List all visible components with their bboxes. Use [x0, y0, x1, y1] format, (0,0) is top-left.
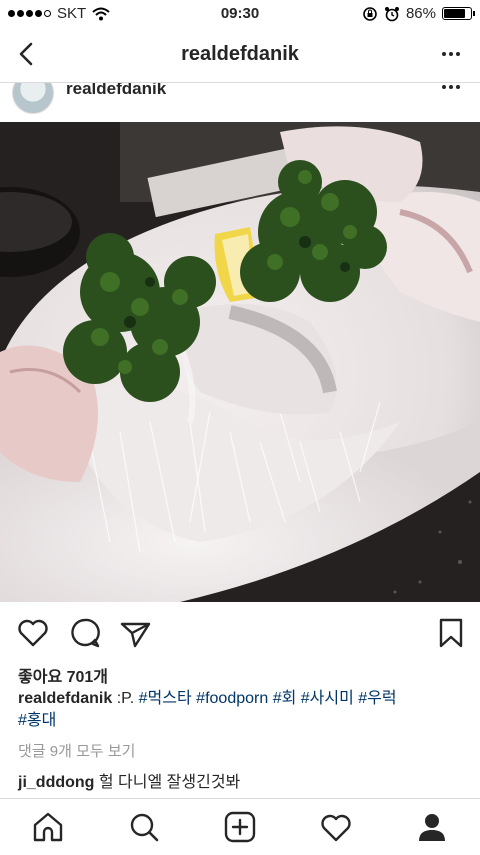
- activity-heart-icon[interactable]: [318, 809, 354, 845]
- heart-icon[interactable]: [16, 616, 50, 650]
- hashtag[interactable]: #foodporn: [196, 690, 268, 707]
- hashtag[interactable]: #사시미: [301, 690, 354, 707]
- page-title: realdefdanik: [181, 43, 299, 65]
- comment: ji_dddong 헐 다니엘 잘생긴것봐: [18, 768, 240, 792]
- likes-count[interactable]: 좋아요 701개: [18, 663, 108, 687]
- nav-bar: realdefdanik: [0, 28, 480, 83]
- more-dots-icon[interactable]: [442, 52, 460, 56]
- sashimi-photo-illustration: [0, 122, 480, 602]
- status-bar: SKT 09:30 86%: [0, 0, 480, 28]
- hashtag[interactable]: #홍대: [18, 712, 56, 729]
- caption-text: :P.: [112, 690, 139, 707]
- tab-bar: [0, 798, 480, 855]
- bookmark-icon[interactable]: [434, 616, 468, 650]
- orientation-lock-icon: [363, 6, 377, 21]
- hashtag[interactable]: #회: [273, 690, 297, 707]
- comment-text: 헐 다니엘 잘생긴것봐: [94, 774, 241, 791]
- comment-icon[interactable]: [68, 616, 102, 650]
- battery-percent: 86%: [405, 5, 436, 22]
- profile-icon[interactable]: [414, 809, 450, 845]
- add-icon[interactable]: [222, 809, 258, 845]
- post-photo[interactable]: [0, 122, 480, 602]
- alarm-icon: [384, 6, 399, 21]
- post-more-dots-icon[interactable]: [442, 85, 460, 89]
- battery-icon: [442, 7, 475, 20]
- hashtag[interactable]: #먹스타: [139, 690, 192, 707]
- post-caption: realdefdanik :P. #먹스타 #foodporn #회 #사시미 …: [18, 688, 468, 732]
- view-all-comments-link[interactable]: 댓글 9개 모두 보기: [18, 740, 135, 761]
- post-actions: [0, 612, 480, 656]
- hashtag[interactable]: #우럭: [358, 690, 396, 707]
- caption-username[interactable]: realdefdanik: [18, 690, 112, 707]
- home-icon[interactable]: [30, 809, 66, 845]
- search-icon[interactable]: [126, 809, 162, 845]
- comment-username[interactable]: ji_dddong: [18, 774, 94, 791]
- send-icon[interactable]: [118, 616, 152, 650]
